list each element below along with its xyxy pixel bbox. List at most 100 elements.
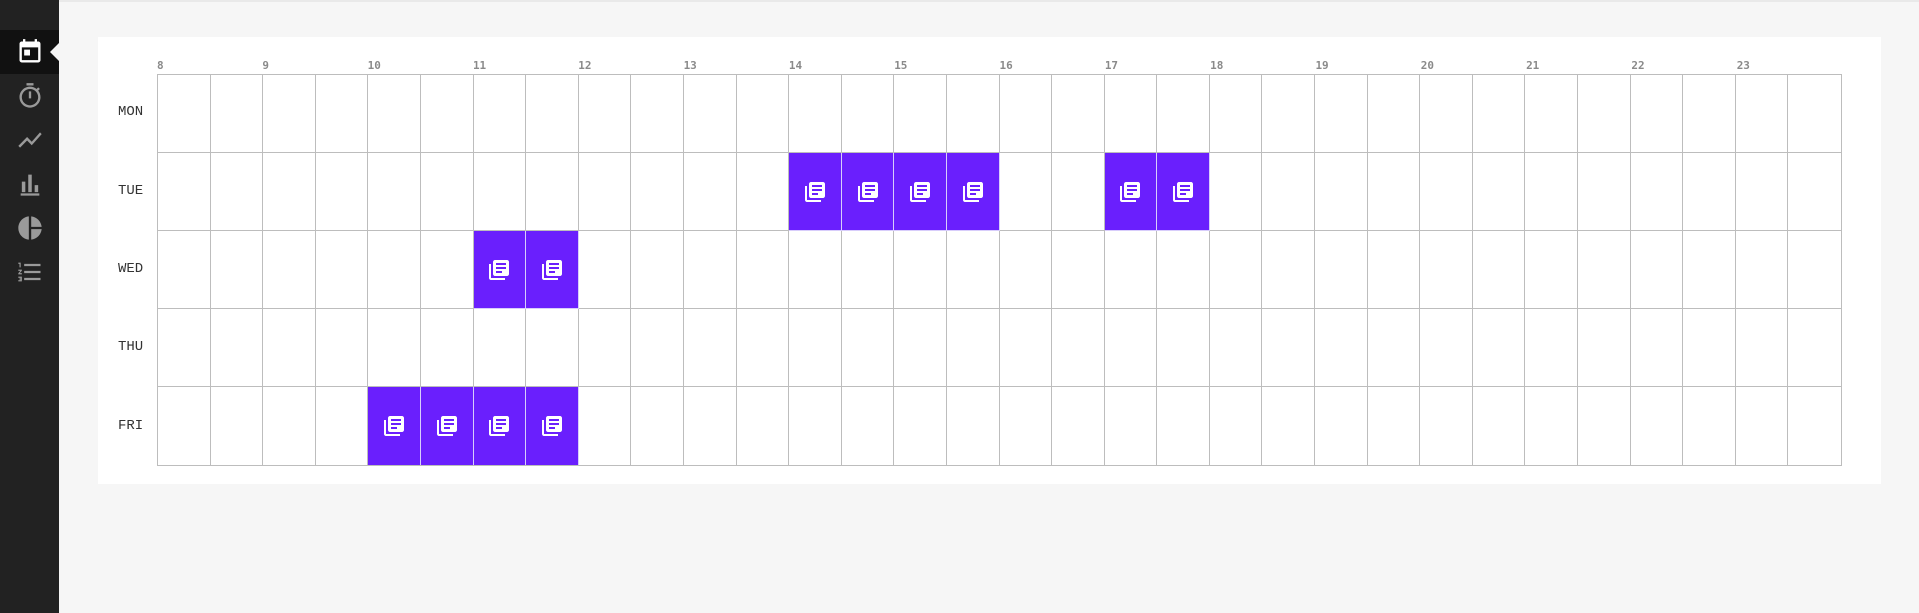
time-slot[interactable] [1209,153,1263,231]
time-slot[interactable] [946,309,1000,387]
time-slot[interactable] [1209,75,1263,153]
sidebar-item-list[interactable] [0,250,59,294]
time-slot[interactable] [263,309,316,387]
scheduled-slot[interactable] [473,231,527,309]
sidebar-item-calendar[interactable] [0,30,59,74]
time-slot[interactable] [1367,309,1421,387]
time-slot[interactable] [315,231,369,309]
time-slot[interactable] [789,75,842,153]
time-slot[interactable] [158,153,211,231]
time-slot[interactable] [1525,387,1579,465]
time-slot[interactable] [947,387,1000,465]
time-slot[interactable] [1788,153,1841,231]
time-slot[interactable] [841,75,895,153]
time-slot[interactable] [1157,231,1210,309]
time-slot[interactable] [1472,309,1526,387]
time-slot[interactable] [1420,153,1473,231]
time-slot[interactable] [1315,387,1368,465]
time-slot[interactable] [1472,231,1526,309]
scheduled-slot[interactable] [946,153,1000,231]
time-slot[interactable] [1525,153,1579,231]
scheduled-slot[interactable] [1157,153,1210,231]
sidebar-item-pie[interactable] [0,206,59,250]
time-slot[interactable] [1315,153,1368,231]
time-slot[interactable] [1735,309,1789,387]
time-slot[interactable] [736,153,790,231]
time-slot[interactable] [684,387,737,465]
time-slot[interactable] [1367,231,1421,309]
time-slot[interactable] [526,153,579,231]
time-slot[interactable] [736,309,790,387]
time-slot[interactable] [946,231,1000,309]
time-slot[interactable] [526,75,579,153]
time-slot[interactable] [1000,387,1053,465]
sidebar-item-trend[interactable] [0,118,59,162]
time-slot[interactable] [631,387,684,465]
time-slot[interactable] [420,231,474,309]
time-slot[interactable] [158,75,211,153]
time-slot[interactable] [1683,231,1736,309]
time-slot[interactable] [1525,231,1579,309]
time-slot[interactable] [894,387,947,465]
time-slot[interactable] [631,231,684,309]
sidebar-item-bars[interactable] [0,162,59,206]
time-slot[interactable] [1315,75,1368,153]
time-slot[interactable] [316,387,369,465]
time-slot[interactable] [263,231,316,309]
time-slot[interactable] [263,153,316,231]
time-slot[interactable] [1104,231,1158,309]
time-slot[interactable] [1630,153,1684,231]
time-slot[interactable] [842,387,895,465]
time-slot[interactable] [158,387,211,465]
time-slot[interactable] [1473,387,1526,465]
time-slot[interactable] [894,309,947,387]
time-slot[interactable] [1420,387,1473,465]
time-slot[interactable] [1052,231,1105,309]
time-slot[interactable] [999,153,1053,231]
time-slot[interactable] [210,231,264,309]
time-slot[interactable] [1209,231,1263,309]
time-slot[interactable] [1052,309,1105,387]
time-slot[interactable] [1315,309,1368,387]
time-slot[interactable] [1420,309,1473,387]
time-slot[interactable] [1525,309,1579,387]
time-slot[interactable] [1157,75,1210,153]
time-slot[interactable] [1578,309,1631,387]
time-slot[interactable] [683,153,737,231]
time-slot[interactable] [420,153,474,231]
time-slot[interactable] [1472,153,1526,231]
time-slot[interactable] [999,231,1053,309]
time-slot[interactable] [1735,231,1789,309]
time-slot[interactable] [315,309,369,387]
time-slot[interactable] [473,309,527,387]
time-slot[interactable] [473,153,527,231]
time-slot[interactable] [1262,75,1316,153]
time-slot[interactable] [578,75,632,153]
time-slot[interactable] [1157,387,1210,465]
time-slot[interactable] [579,387,632,465]
scheduled-slot[interactable] [1104,153,1158,231]
time-slot[interactable] [1630,231,1684,309]
time-slot[interactable] [158,231,211,309]
time-slot[interactable] [578,231,632,309]
time-slot[interactable] [1105,387,1158,465]
time-slot[interactable] [1630,75,1684,153]
time-slot[interactable] [841,309,895,387]
time-slot[interactable] [946,75,1000,153]
time-slot[interactable] [683,309,737,387]
time-slot[interactable] [526,309,579,387]
time-slot[interactable] [1104,75,1158,153]
time-slot[interactable] [736,75,790,153]
time-slot[interactable] [789,309,842,387]
time-slot[interactable] [368,75,421,153]
scheduled-slot[interactable] [368,387,421,465]
time-slot[interactable] [368,231,421,309]
time-slot[interactable] [1420,231,1473,309]
time-slot[interactable] [1104,309,1158,387]
time-slot[interactable] [1262,153,1316,231]
time-slot[interactable] [1683,387,1736,465]
time-slot[interactable] [1210,387,1263,465]
time-slot[interactable] [158,309,211,387]
time-slot[interactable] [1578,387,1631,465]
time-slot[interactable] [1788,309,1841,387]
